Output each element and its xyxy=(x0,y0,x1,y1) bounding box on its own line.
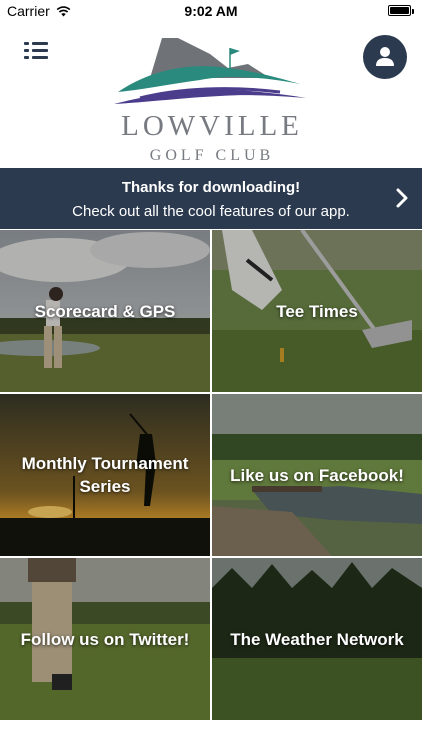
tile-label: Monthly Tournament Series xyxy=(21,454,189,496)
banner-title: Thanks for downloading! xyxy=(121,179,301,196)
club-logo-graphic xyxy=(114,38,306,104)
feature-grid: Scorecard & GPS Tee Times Monthly Tourna… xyxy=(0,230,422,720)
welcome-banner[interactable]: Thanks for downloading! Check out all th… xyxy=(0,168,422,229)
tile-label: Tee Times xyxy=(276,301,358,321)
chevron-right-icon xyxy=(396,188,408,208)
profile-button[interactable] xyxy=(363,35,407,79)
list-menu-icon[interactable] xyxy=(24,40,50,62)
tile-label: Like us on Facebook! xyxy=(230,465,404,485)
status-time: 9:02 AM xyxy=(184,3,238,19)
tile-label: Follow us on Twitter! xyxy=(20,629,190,649)
status-bar: Carrier 9:02 AM xyxy=(0,0,422,22)
banner-text: Check out all the cool features of our a… xyxy=(72,203,350,220)
tile-facebook[interactable]: Like us on Facebook! xyxy=(212,394,422,556)
user-icon xyxy=(376,47,394,66)
tile-monthly-tournament[interactable]: Monthly Tournament Series xyxy=(0,394,210,556)
tile-label: The Weather Network xyxy=(230,629,404,649)
tile-twitter[interactable]: Follow us on Twitter! xyxy=(0,558,210,720)
tile-tee-times[interactable]: Tee Times xyxy=(212,230,422,392)
tile-label: Scorecard & GPS xyxy=(34,301,176,321)
tile-scorecard-gps[interactable]: Scorecard & GPS xyxy=(0,230,210,392)
tile-weather-network[interactable]: The Weather Network xyxy=(212,558,422,720)
app-header: LOWVILLE GOLF CLUB xyxy=(0,22,422,168)
club-name: LOWVILLE xyxy=(121,110,303,142)
battery-icon xyxy=(388,5,414,16)
club-subtitle: GOLF CLUB xyxy=(149,147,275,164)
club-logo: LOWVILLE GOLF CLUB xyxy=(110,34,314,164)
